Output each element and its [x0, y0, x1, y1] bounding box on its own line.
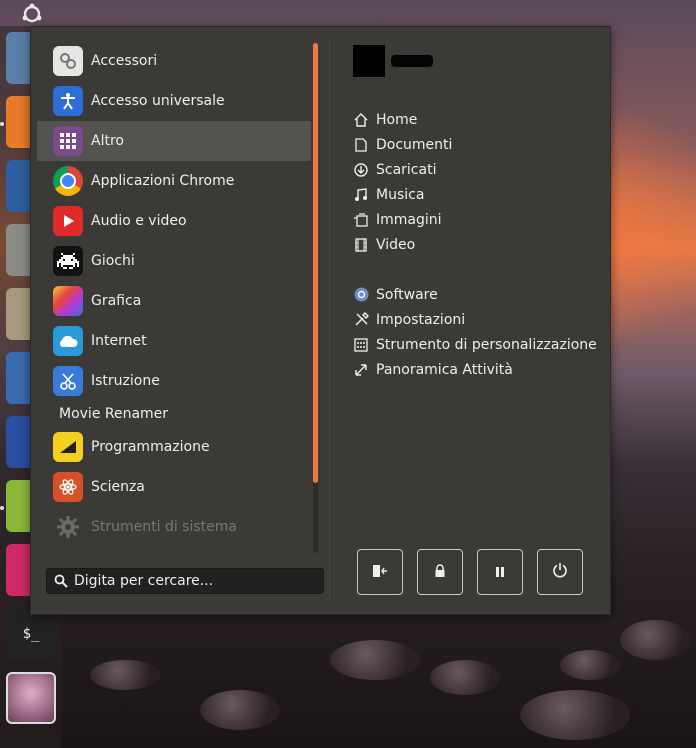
place-video[interactable]: Video	[353, 232, 597, 257]
category-internet[interactable]: Internet	[37, 321, 311, 361]
settings-icon	[353, 312, 369, 328]
activities-icon	[353, 362, 369, 378]
ubuntu-logo-icon[interactable]	[16, 2, 48, 26]
category-istruzione[interactable]: Istruzione	[37, 361, 311, 401]
workspace-launcher-icon[interactable]	[6, 672, 56, 724]
search-input[interactable]: Digita per cercare...	[46, 568, 324, 594]
games-icon	[53, 246, 83, 276]
category-giochi[interactable]: Giochi	[37, 241, 311, 281]
accessories-icon	[53, 46, 83, 76]
logout-button[interactable]	[357, 549, 403, 595]
category-audio-e-video[interactable]: Audio e video	[37, 201, 311, 241]
download-icon	[353, 162, 369, 178]
place-home[interactable]: Home	[353, 107, 597, 132]
pictures-icon	[353, 212, 369, 228]
graphics-icon	[53, 286, 83, 316]
software-icon	[353, 287, 369, 303]
multimedia-icon	[53, 206, 83, 236]
search-icon	[54, 574, 68, 588]
category-altro[interactable]: Altro	[37, 121, 311, 161]
user-info[interactable]	[353, 45, 433, 77]
logout-icon	[372, 563, 388, 582]
power-icon	[552, 562, 568, 582]
internet-icon	[53, 326, 83, 356]
category-list: Accessori Accesso universale Altro Appli…	[37, 37, 311, 557]
lock-button[interactable]	[417, 549, 463, 595]
application-menu: Accessori Accesso universale Altro Appli…	[30, 26, 611, 615]
accessibility-icon	[53, 86, 83, 116]
system-software[interactable]: Software	[353, 282, 597, 307]
education-icon	[53, 366, 83, 396]
lock-icon	[434, 563, 446, 582]
user-name	[391, 55, 433, 67]
system-strumento-personalizzazione[interactable]: Strumento di personalizzazione	[353, 332, 597, 357]
places-list: Home Documenti Scaricati Musica Immagini…	[353, 107, 597, 382]
category-scienza[interactable]: Scienza	[37, 467, 311, 507]
home-icon	[353, 112, 369, 128]
development-icon	[53, 432, 83, 462]
system-tools-icon	[53, 512, 83, 542]
document-icon	[353, 137, 369, 153]
column-divider	[329, 41, 330, 601]
terminal-launcher-icon[interactable]: $_	[6, 608, 56, 660]
science-icon	[53, 472, 83, 502]
category-scrollbar[interactable]	[313, 43, 318, 553]
search-placeholder: Digita per cercare...	[74, 573, 214, 589]
other-apps-icon	[53, 126, 83, 156]
system-panoramica-attivita[interactable]: Panoramica Attività	[353, 357, 597, 382]
scrollbar-thumb[interactable]	[313, 43, 318, 483]
category-grafica[interactable]: Grafica	[37, 281, 311, 321]
place-documenti[interactable]: Documenti	[353, 132, 597, 157]
category-applicazioni-chrome[interactable]: Applicazioni Chrome	[37, 161, 311, 201]
category-accessori[interactable]: Accessori	[37, 41, 311, 81]
tweak-tool-icon	[353, 337, 369, 353]
category-programmazione[interactable]: Programmazione	[37, 427, 311, 467]
system-impostazioni[interactable]: Impostazioni	[353, 307, 597, 332]
category-accesso-universale[interactable]: Accesso universale	[37, 81, 311, 121]
video-icon	[353, 237, 369, 253]
suspend-button[interactable]	[477, 549, 523, 595]
power-button[interactable]	[537, 549, 583, 595]
place-immagini[interactable]: Immagini	[353, 207, 597, 232]
music-icon	[353, 187, 369, 203]
place-musica[interactable]: Musica	[353, 182, 597, 207]
category-movie-renamer[interactable]: Movie Renamer	[37, 401, 311, 427]
chrome-icon	[53, 166, 83, 196]
avatar[interactable]	[353, 45, 385, 77]
place-scaricati[interactable]: Scaricati	[353, 157, 597, 182]
suspend-icon	[495, 563, 505, 582]
category-strumenti-di-sistema[interactable]: Strumenti di sistema	[37, 507, 311, 547]
